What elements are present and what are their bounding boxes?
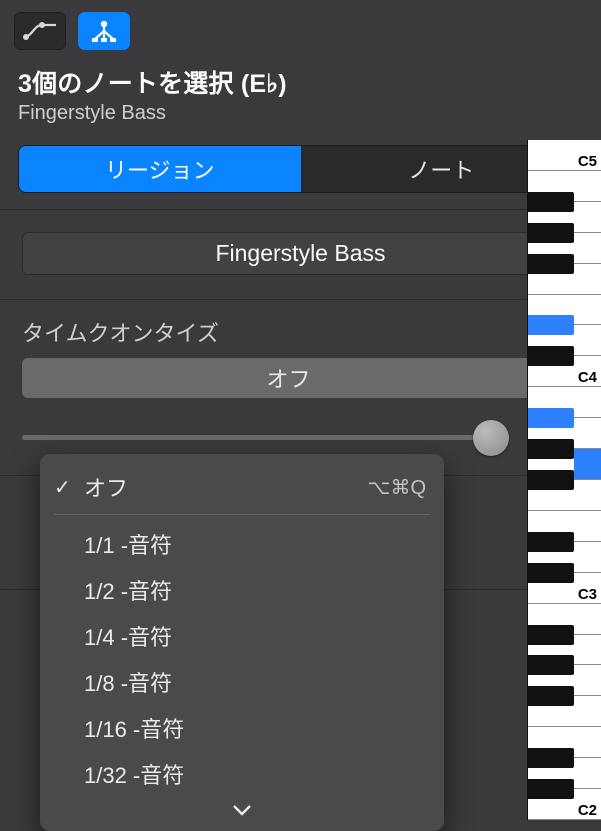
toolbar xyxy=(0,0,601,60)
view-segmented: リージョン ノート xyxy=(18,145,583,193)
black-key[interactable] xyxy=(528,779,574,799)
menu-item-label: オフ xyxy=(84,471,128,503)
time-quantize-popup[interactable]: オフ ▲▼ xyxy=(22,358,579,398)
octave-label: C4 xyxy=(578,369,597,386)
quantize-strength-row: 100 xyxy=(0,422,601,453)
black-key[interactable] xyxy=(528,439,574,459)
midi-routing-button[interactable] xyxy=(78,12,130,50)
selected-note[interactable] xyxy=(574,449,601,480)
track-subtitle: Fingerstyle Bass xyxy=(18,102,583,125)
black-key[interactable] xyxy=(528,315,574,335)
menu-scroll-down[interactable] xyxy=(40,797,444,827)
black-key[interactable] xyxy=(528,254,574,274)
black-key[interactable] xyxy=(528,223,574,243)
black-key[interactable] xyxy=(528,655,574,675)
black-key[interactable] xyxy=(528,686,574,706)
black-key[interactable] xyxy=(528,748,574,768)
time-quantize-value: オフ xyxy=(22,362,555,394)
menu-item-1-4[interactable]: 1/4 -音符 xyxy=(40,613,444,659)
octave-label: C3 xyxy=(578,586,597,603)
menu-separator xyxy=(54,514,430,515)
black-key[interactable] xyxy=(528,625,574,645)
menu-item-label: 1/32 -音符 xyxy=(84,758,184,790)
menu-item-shortcut: ⌥⌘Q xyxy=(367,475,426,500)
tab-region[interactable]: リージョン xyxy=(19,146,301,192)
menu-item-label: 1/16 -音符 xyxy=(84,712,184,744)
slider-knob[interactable] xyxy=(473,420,509,456)
black-key[interactable] xyxy=(528,192,574,212)
menu-item-1-8[interactable]: 1/8 -音符 xyxy=(40,659,444,705)
chevron-down-icon xyxy=(232,804,252,816)
black-key[interactable] xyxy=(528,563,574,583)
time-quantize-menu: オフ ⌥⌘Q 1/1 -音符 1/2 -音符 1/4 -音符 1/8 -音符 1… xyxy=(40,454,444,831)
time-quantize-label: タイムクオンタイズ xyxy=(0,300,601,358)
menu-item-1-2[interactable]: 1/2 -音符 xyxy=(40,567,444,613)
page-title: 3個のノートを選択 (E♭) xyxy=(18,64,583,100)
menu-item-label: 1/1 -音符 xyxy=(84,528,172,560)
region-name-field[interactable]: Fingerstyle Bass xyxy=(22,232,579,275)
region-name-wrap: Fingerstyle Bass xyxy=(0,210,601,299)
automation-button[interactable] xyxy=(14,12,66,50)
menu-item-label: 1/8 -音符 xyxy=(84,666,172,698)
menu-item-label: 1/2 -音符 xyxy=(84,574,172,606)
midi-branch-icon xyxy=(90,19,118,43)
octave-label: C2 xyxy=(578,802,597,819)
menu-item-label: 1/4 -音符 xyxy=(84,620,172,652)
quantize-strength-slider[interactable] xyxy=(22,435,505,440)
black-key[interactable] xyxy=(528,470,574,490)
menu-item-1-32[interactable]: 1/32 -音符 xyxy=(40,751,444,797)
black-key[interactable] xyxy=(528,408,574,428)
black-key[interactable] xyxy=(528,532,574,552)
menu-item-off[interactable]: オフ ⌥⌘Q xyxy=(40,464,444,510)
header: 3個のノートを選択 (E♭) Fingerstyle Bass xyxy=(0,60,601,135)
menu-item-1-1[interactable]: 1/1 -音符 xyxy=(40,521,444,567)
piano-keyboard[interactable]: C5 C4 C3 C2 xyxy=(527,140,601,820)
black-key[interactable] xyxy=(528,346,574,366)
octave-label: C5 xyxy=(578,153,597,170)
automation-curve-icon xyxy=(23,21,57,41)
menu-item-1-16[interactable]: 1/16 -音符 xyxy=(40,705,444,751)
view-segmented-wrap: リージョン ノート xyxy=(0,135,601,209)
